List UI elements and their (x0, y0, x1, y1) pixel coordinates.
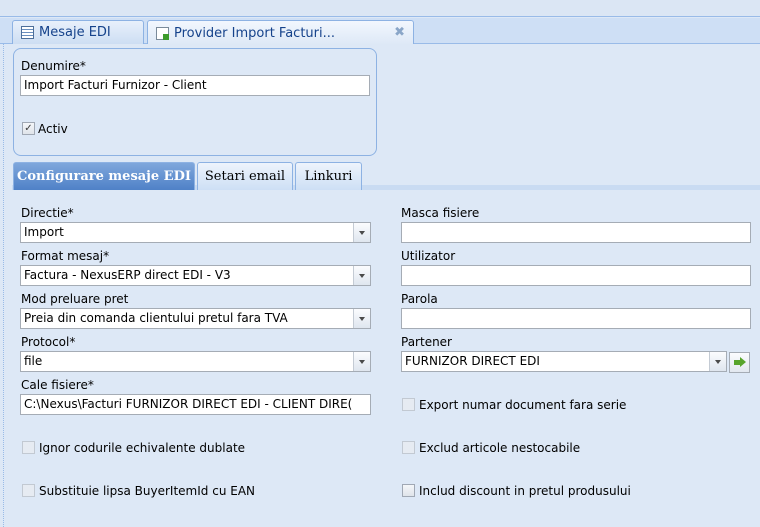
tab-configurare-mesaje-edi[interactable]: Configurare mesaje EDI (13, 162, 195, 190)
include-discount-checkbox[interactable] (402, 484, 415, 497)
user-input[interactable] (401, 265, 751, 286)
protocol-value: file (24, 354, 43, 368)
exclude-nonstock-label: Exclud articole nestocabile (419, 441, 581, 455)
mask-label: Masca fisiere (401, 206, 480, 220)
ignore-duplicates-checkbox[interactable] (22, 441, 35, 454)
export-no-series-label: Export numar document fara serie (419, 398, 627, 412)
chevron-down-icon[interactable] (353, 352, 370, 371)
exclude-nonstock-checkbox[interactable] (402, 441, 415, 454)
price-mode-label: Mod preluare pret (21, 292, 129, 306)
arrow-right-icon[interactable] (729, 352, 750, 373)
chevron-down-icon[interactable] (709, 352, 726, 371)
mask-input[interactable] (401, 222, 751, 243)
top-strip (0, 0, 760, 17)
tab-setari-email[interactable]: Setari email (197, 162, 293, 190)
tab-provider-import[interactable]: Provider Import Facturi... ✖ (147, 20, 414, 45)
active-label: Activ (38, 122, 68, 136)
close-icon[interactable]: ✖ (394, 25, 405, 40)
password-input[interactable] (401, 308, 751, 329)
user-label: Utilizator (401, 249, 456, 263)
name-label: Denumire* (21, 59, 86, 73)
tab-label: Mesaje EDI (39, 25, 111, 40)
name-input[interactable]: Import Facturi Furnizor - Client (20, 75, 370, 96)
include-discount-label: Includ discount in pretul produsului (419, 484, 631, 498)
protocol-label: Protocol* (21, 335, 76, 349)
partner-select[interactable]: FURNIZOR DIRECT EDI (401, 351, 727, 372)
price-mode-select[interactable]: Preia din comanda clientului pretul fara… (20, 308, 371, 329)
price-mode-value: Preia din comanda clientului pretul fara… (24, 311, 288, 325)
substitute-ean-label: Substituie lipsa BuyerItemId cu EAN (39, 484, 256, 498)
chevron-down-icon[interactable] (353, 266, 370, 285)
tab-mesaje-edi[interactable]: Mesaje EDI (12, 20, 144, 44)
chevron-down-icon[interactable] (353, 309, 370, 328)
partner-label: Partener (401, 335, 452, 349)
format-select[interactable]: Factura - NexusERP direct EDI - V3 (20, 265, 371, 286)
active-checkbox[interactable]: ✓ (22, 122, 35, 135)
substitute-ean-checkbox[interactable] (22, 484, 35, 497)
format-label: Format mesaj* (21, 249, 110, 263)
path-label: Cale fisiere* (21, 378, 94, 392)
format-value: Factura - NexusERP direct EDI - V3 (24, 268, 231, 282)
export-no-series-checkbox[interactable] (402, 398, 415, 411)
splitter-handle[interactable] (0, 44, 4, 527)
path-input[interactable]: C:\Nexus\Facturi FURNIZOR DIRECT EDI - C… (20, 394, 371, 415)
protocol-select[interactable]: file (20, 351, 371, 372)
ignore-duplicates-label: Ignor codurile echivalente dublate (39, 441, 246, 455)
partner-value: FURNIZOR DIRECT EDI (405, 354, 540, 368)
document-icon (156, 26, 169, 40)
chevron-down-icon[interactable] (353, 223, 370, 242)
grid-icon (21, 26, 34, 39)
direction-label: Directie* (21, 206, 74, 220)
tab-linkuri[interactable]: Linkuri (295, 162, 362, 190)
tab-label: Provider Import Facturi... (174, 25, 336, 41)
direction-select[interactable]: Import (20, 222, 371, 243)
direction-value: Import (24, 225, 64, 239)
password-label: Parola (401, 292, 438, 306)
